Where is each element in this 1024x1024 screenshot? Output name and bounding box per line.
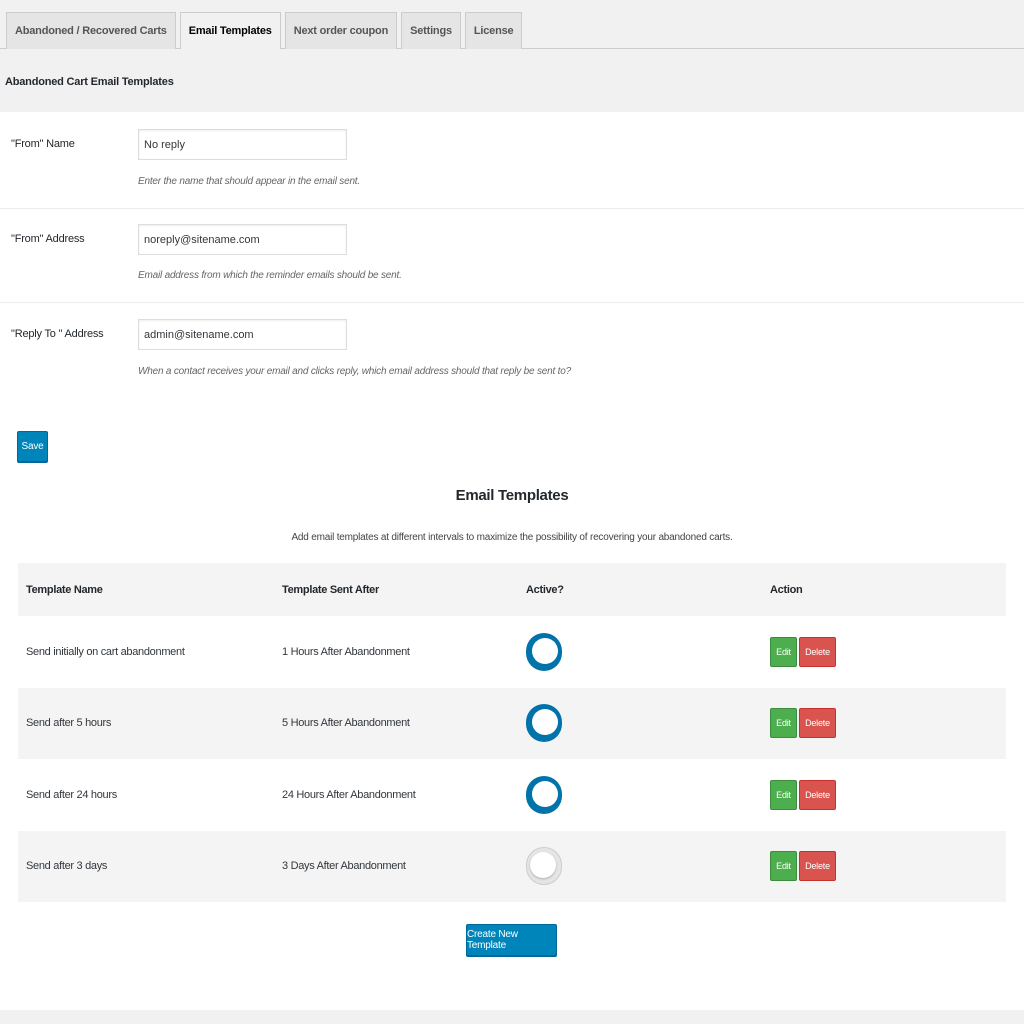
active-toggle[interactable]: [526, 704, 562, 743]
reply-to-input[interactable]: [138, 319, 347, 350]
toggle-knob: [532, 637, 558, 664]
active-toggle[interactable]: [526, 632, 562, 671]
template-sent-after: 24 Hours After Abandonment: [282, 788, 416, 801]
section-title: Abandoned Cart Email Templates: [5, 76, 174, 88]
tab-license[interactable]: License: [464, 12, 523, 49]
from-address-row: "From" Address Email address from which …: [0, 209, 1024, 303]
templates-subtitle: Add email templates at different interva…: [291, 532, 733, 543]
from-name-description: Enter the name that should appear in the…: [138, 176, 360, 187]
table-row: Send after 5 hours 5 Hours After Abandon…: [18, 687, 1006, 759]
tab-abandoned-recovered-carts[interactable]: Abandoned / Recovered Carts: [6, 12, 176, 49]
edit-button[interactable]: Edit: [770, 851, 797, 882]
templates-table: Template Name Template Sent After Active…: [18, 563, 1006, 902]
header-template-name: Template Name: [26, 583, 103, 596]
active-toggle[interactable]: [526, 775, 562, 814]
tab-email-templates[interactable]: Email Templates: [179, 12, 281, 49]
header-action: Action: [770, 583, 803, 596]
from-name-row: "From" Name Enter the name that should a…: [0, 112, 1024, 209]
from-address-input[interactable]: [138, 224, 347, 255]
from-name-input[interactable]: [138, 129, 347, 160]
template-name: Send initially on cart abandonment: [26, 645, 185, 658]
save-button[interactable]: Save: [17, 431, 48, 462]
delete-button[interactable]: Delete: [799, 636, 836, 667]
template-sent-after: 3 Days After Abandonment: [282, 860, 406, 873]
reply-to-description: When a contact receives your email and c…: [138, 366, 571, 377]
toggle-knob: [530, 852, 556, 879]
create-new-template-button[interactable]: Create New Template: [466, 924, 557, 956]
tab-settings[interactable]: Settings: [401, 12, 461, 49]
header-template-sent-after: Template Sent After: [282, 583, 379, 596]
email-settings-form: "From" Name Enter the name that should a…: [0, 112, 1024, 400]
table-header: Template Name Template Sent After Active…: [18, 563, 1006, 616]
delete-button[interactable]: Delete: [799, 708, 836, 739]
edit-button[interactable]: Edit: [770, 636, 797, 667]
template-sent-after: 5 Hours After Abandonment: [282, 717, 410, 730]
tab-next-order-coupon[interactable]: Next order coupon: [284, 12, 398, 49]
reply-to-row: "Reply To " Address When a contact recei…: [0, 303, 1024, 400]
reply-to-label: "Reply To " Address: [11, 328, 104, 340]
from-name-label: "From" Name: [11, 138, 75, 150]
table-row: Send after 24 hours 24 Hours After Aband…: [18, 759, 1006, 831]
template-sent-after: 1 Hours After Abandonment: [282, 645, 410, 658]
active-toggle[interactable]: [526, 847, 562, 886]
template-name: Send after 3 days: [26, 860, 108, 873]
table-row: Send after 3 days 3 Days After Abandonme…: [18, 830, 1006, 902]
toggle-knob: [532, 709, 558, 736]
delete-button[interactable]: Delete: [799, 779, 836, 810]
edit-button[interactable]: Edit: [770, 708, 797, 739]
header-active: Active?: [526, 583, 564, 596]
edit-button[interactable]: Edit: [770, 779, 797, 810]
delete-button[interactable]: Delete: [799, 851, 836, 882]
from-address-label: "From" Address: [11, 233, 85, 245]
template-name: Send after 5 hours: [26, 717, 112, 730]
tab-bar: Abandoned / Recovered Carts Email Templa…: [6, 12, 526, 49]
toggle-knob: [532, 780, 558, 807]
template-name: Send after 24 hours: [26, 788, 117, 801]
table-row: Send initially on cart abandonment 1 Hou…: [18, 616, 1006, 688]
templates-title: Email Templates: [455, 487, 569, 504]
from-address-description: Email address from which the reminder em…: [138, 270, 402, 281]
